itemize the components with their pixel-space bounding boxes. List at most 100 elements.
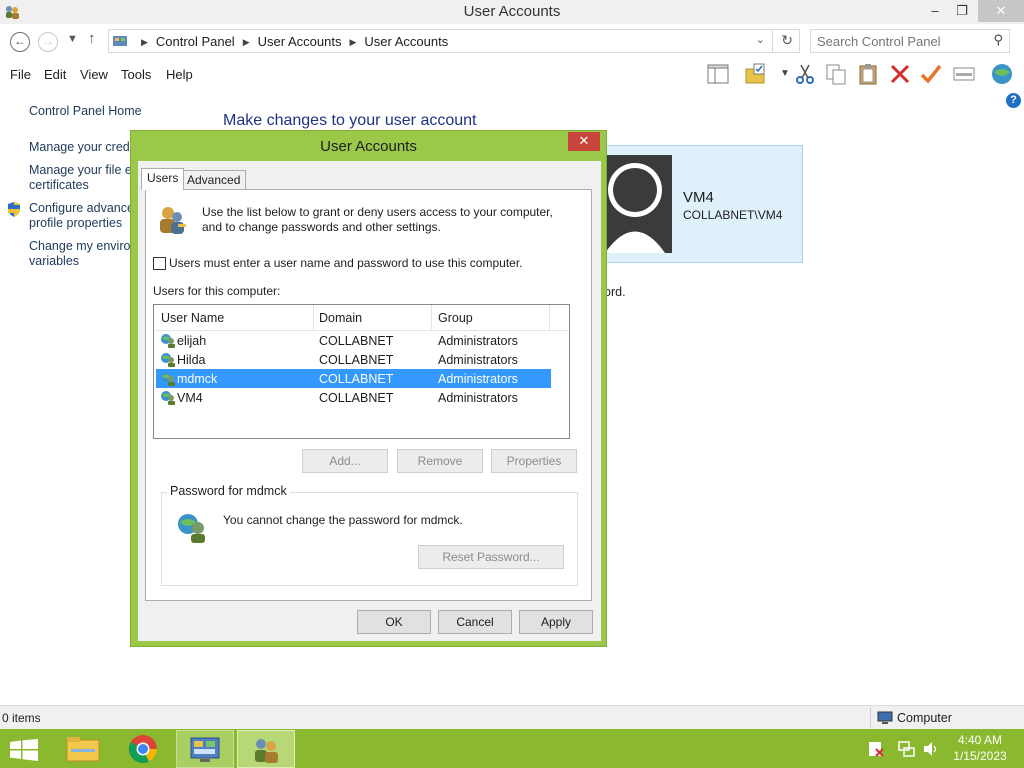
recent-pages-dropdown[interactable]: ▼ — [67, 33, 78, 45]
pane-icon[interactable] — [706, 62, 730, 86]
users-icon — [160, 207, 186, 234]
user-globe-icon — [161, 334, 175, 348]
refresh-icon[interactable]: ↻ — [781, 32, 793, 49]
users-list-label: Users for this computer: — [153, 284, 281, 298]
back-button[interactable]: ← — [10, 32, 30, 52]
column-divider[interactable] — [549, 305, 550, 330]
check-icon[interactable] — [919, 62, 943, 86]
breadcrumb-separator-icon[interactable]: ▶ — [349, 37, 356, 47]
column-divider[interactable] — [431, 305, 432, 330]
cancel-button[interactable]: Cancel — [438, 610, 512, 634]
minimize-button[interactable]: – — [920, 0, 950, 22]
taskbar-control-panel[interactable] — [176, 730, 234, 768]
action-center-icon[interactable] — [868, 741, 884, 757]
tab-advanced[interactable]: Advanced — [181, 170, 247, 190]
link-configure-profile[interactable]: Configure advance — [29, 201, 134, 216]
table-row-selected[interactable]: mdmck COLLABNET Administrators — [156, 369, 551, 388]
users-list[interactable]: User Name Domain Group elijah COLLABNET … — [153, 304, 570, 439]
add-user-button[interactable]: Add... — [302, 449, 388, 473]
apply-button[interactable]: Apply — [519, 610, 593, 634]
table-row[interactable]: elijah COLLABNET Administrators — [156, 331, 551, 350]
tab-users[interactable]: Users — [141, 168, 185, 190]
paste-icon[interactable] — [856, 62, 880, 86]
menu-view[interactable]: View — [80, 67, 108, 82]
column-divider[interactable] — [313, 305, 314, 330]
menu-help[interactable]: Help — [166, 67, 193, 82]
link-configure-profile-line2[interactable]: profile properties — [29, 216, 122, 231]
require-login-checkbox[interactable] — [153, 257, 166, 270]
chevron-down-icon[interactable]: ⌄ — [756, 33, 765, 46]
user-globe-icon — [161, 353, 175, 367]
globe-icon[interactable] — [990, 62, 1014, 86]
properties-button[interactable]: Properties — [491, 449, 577, 473]
link-change-environment-line2[interactable]: variables — [29, 254, 79, 269]
link-control-panel-home[interactable]: Control Panel Home — [29, 104, 142, 119]
taskbar-chrome[interactable] — [115, 730, 173, 768]
network-icon[interactable] — [898, 741, 916, 757]
system-clock[interactable]: 4:40 AM 1/15/2023 — [950, 732, 1010, 764]
link-manage-file-encryption-line2[interactable]: certificates — [29, 178, 89, 193]
taskbar-user-accounts[interactable] — [237, 730, 295, 768]
up-button[interactable]: ↑ — [88, 30, 96, 47]
properties-folder-icon[interactable] — [744, 62, 768, 86]
cell-group: Administrators — [438, 391, 518, 405]
breadcrumb-separator-icon[interactable]: ▶ — [243, 37, 250, 47]
avatar — [605, 155, 672, 253]
menu-bar: File Edit View Tools Help — [0, 60, 700, 88]
search-box[interactable]: ⚲ — [810, 29, 1010, 53]
user-globe-icon — [161, 372, 175, 386]
ok-button[interactable]: OK — [357, 610, 431, 634]
column-group[interactable]: Group — [438, 311, 473, 325]
link-change-environment[interactable]: Change my environ — [29, 239, 137, 254]
cell-user-name: Hilda — [177, 353, 206, 367]
view-icon[interactable] — [952, 62, 976, 86]
require-login-label[interactable]: Users must enter a user name and passwor… — [169, 256, 523, 271]
search-input[interactable] — [817, 33, 987, 49]
list-header: User Name Domain Group — [154, 305, 569, 331]
breadcrumb-user-accounts[interactable]: User Accounts — [258, 34, 342, 49]
title-bar: User Accounts – ❐ ✕ — [0, 0, 1024, 24]
table-row[interactable]: Hilda COLLABNET Administrators — [156, 350, 551, 369]
password-info-text: You cannot change the password for mdmck… — [223, 513, 463, 527]
remove-user-button[interactable]: Remove — [397, 449, 483, 473]
menu-file[interactable]: File — [10, 67, 31, 82]
column-user-name[interactable]: User Name — [161, 311, 224, 325]
cell-group: Administrators — [438, 372, 518, 386]
cell-user-name: mdmck — [177, 372, 218, 386]
search-icon[interactable]: ⚲ — [993, 32, 1003, 48]
breadcrumb-separator-icon: ▶ — [141, 37, 148, 47]
cell-group: Administrators — [438, 334, 518, 348]
maximize-button[interactable]: ❐ — [947, 0, 977, 22]
breadcrumb-control-panel[interactable]: Control Panel — [156, 34, 235, 49]
delete-icon[interactable] — [888, 62, 912, 86]
cell-user-name: elijah — [177, 334, 207, 348]
copy-icon[interactable] — [824, 62, 848, 86]
item-count: 0 items — [2, 711, 41, 725]
address-bar: ← → ▼ ↑ ▶ Control Panel ▶ User Accounts ▶ Use… — [0, 24, 1024, 58]
menu-tools[interactable]: Tools — [121, 67, 151, 82]
reset-password-button[interactable]: Reset Password... — [418, 545, 564, 569]
forward-button[interactable]: → — [38, 32, 58, 52]
link-manage-credentials[interactable]: Manage your crede — [29, 140, 137, 155]
control-panel-icon — [190, 737, 220, 762]
close-button[interactable]: ✕ — [978, 0, 1024, 22]
folder-icon — [66, 737, 100, 762]
column-domain[interactable]: Domain — [319, 311, 362, 325]
cut-icon[interactable] — [793, 62, 817, 86]
address-box[interactable]: ▶ Control Panel ▶ User Accounts ▶ User Accoun… — [108, 29, 800, 53]
link-manage-file-encryption[interactable]: Manage your file er — [29, 163, 136, 178]
breadcrumb-user-accounts-current[interactable]: User Accounts — [364, 34, 448, 49]
cell-user-name: VM4 — [177, 391, 203, 405]
help-icon[interactable]: ? — [1006, 93, 1021, 108]
dialog-close-button[interactable]: ✕ — [568, 132, 600, 151]
user-name: VM4 — [683, 189, 714, 206]
cell-domain: COLLABNET — [319, 334, 394, 348]
intro-text-line1: Use the list below to grant or deny user… — [202, 205, 553, 219]
status-bar: 0 items Computer — [0, 705, 1024, 729]
table-row[interactable]: VM4 COLLABNET Administrators — [156, 388, 551, 407]
start-button[interactable] — [0, 730, 50, 768]
menu-edit[interactable]: Edit — [44, 67, 66, 82]
password-groupbox: Password for mdmck You cannot change the… — [161, 484, 578, 586]
taskbar-file-explorer[interactable] — [54, 730, 112, 768]
volume-icon[interactable] — [923, 741, 939, 757]
